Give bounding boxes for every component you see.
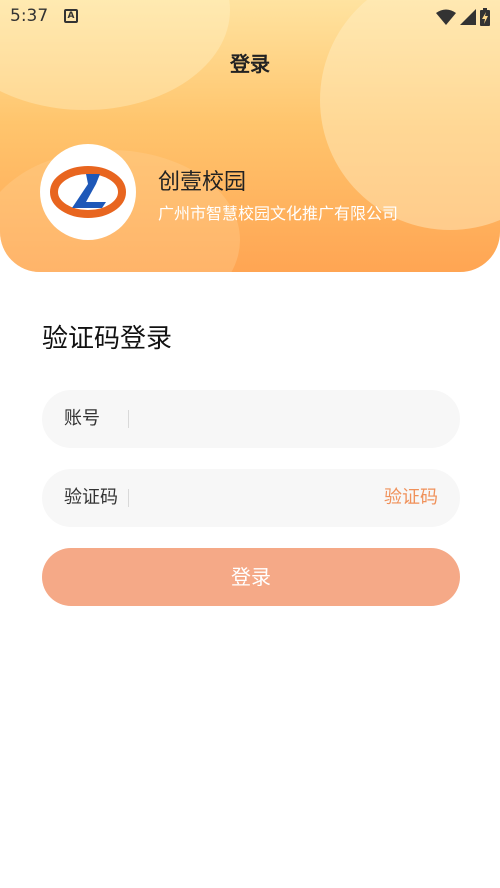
- code-label: 验证码: [64, 487, 118, 508]
- company-name: 广州市智慧校园文化推广有限公司: [158, 204, 399, 223]
- form-title: 验证码登录: [42, 324, 173, 354]
- header-banner: 5:37 A 登录 创壹校园 广州市智慧校园文化推广有限公司: [0, 0, 500, 272]
- school-logo: [40, 144, 136, 240]
- battery-charging-icon: [480, 8, 490, 26]
- get-code-button[interactable]: 验证码: [384, 469, 438, 527]
- decorative-blob: [320, 0, 500, 230]
- code-input[interactable]: [142, 469, 362, 527]
- status-bar: 5:37 A: [0, 0, 500, 34]
- signal-icon: [460, 9, 476, 25]
- account-field[interactable]: 账号: [42, 390, 460, 448]
- field-divider: [128, 489, 129, 507]
- status-time: 5:37: [10, 6, 49, 26]
- login-screen: 5:37 A 登录 创壹校园 广州市智慧校园文化推广有限公司 验证码登录 账号 …: [0, 0, 500, 888]
- field-divider: [128, 410, 129, 428]
- school-name: 创壹校园: [158, 170, 247, 195]
- notification-a-icon: A: [64, 9, 78, 23]
- login-button[interactable]: 登录: [42, 548, 460, 606]
- account-label: 账号: [64, 408, 100, 429]
- wifi-icon: [436, 9, 456, 25]
- school-logo-icon: [50, 166, 126, 218]
- code-field[interactable]: 验证码 验证码: [42, 469, 460, 527]
- account-input[interactable]: [142, 390, 438, 448]
- page-title: 登录: [230, 52, 270, 76]
- status-icons: [436, 8, 490, 26]
